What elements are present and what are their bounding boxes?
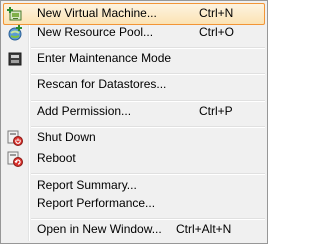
menu-item-label: Reboot [37,151,76,165]
shutdown-icon [7,130,23,146]
menu-item-label: Add Permission... [37,104,132,118]
menu-item-open-new-window[interactable]: Open in New Window... Ctrl+Alt+N [3,219,265,241]
menu-item-report-performance[interactable]: Report Performance... [3,193,265,215]
menu-item-label: Enter Maintenance Mode [37,51,172,65]
menu-item-label: Report Performance... [37,196,156,210]
menu-item-shortcut: Ctrl+Alt+N [176,222,232,236]
menu-item-shortcut: Ctrl+N [199,6,234,20]
maintenance-icon [7,51,23,67]
menu-item-rescan-datastores[interactable]: Rescan for Datastores... [3,74,265,96]
menu-item-label: Rescan for Datastores... [37,77,167,91]
menu-item-enter-maintenance-mode[interactable]: Enter Maintenance Mode [3,48,265,70]
menu-item-shortcut: Ctrl+P [199,104,233,118]
new-vm-icon [7,6,23,22]
menu-item-label: New Virtual Machine... [37,6,157,20]
reboot-icon [7,151,23,167]
menu-item-label: New Resource Pool... [37,25,154,39]
menu-item-shut-down[interactable]: Shut Down [3,127,265,149]
menu-item-add-permission[interactable]: Add Permission... Ctrl+P [3,101,265,123]
menu-item-new-resource-pool[interactable]: New Resource Pool... Ctrl+O [3,22,265,44]
menu-item-reboot[interactable]: Reboot [3,148,265,170]
menu-item-label: Shut Down [37,130,96,144]
menu-item-label: Report Summary... [37,178,137,192]
context-menu: New Virtual Machine... Ctrl+N New Resour… [0,0,268,244]
menu-item-shortcut: Ctrl+O [199,25,235,39]
menu-item-label: Open in New Window... [37,222,162,236]
resource-pool-icon [7,25,23,41]
